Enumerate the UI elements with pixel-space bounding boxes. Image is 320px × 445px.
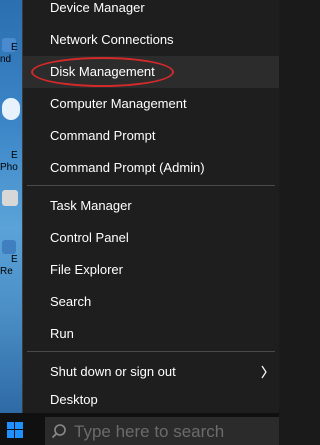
desktop-icon-label: E bbox=[11, 150, 18, 161]
desktop-app-icon[interactable] bbox=[2, 98, 20, 120]
menu-item-computer-management[interactable]: Computer Management bbox=[23, 88, 279, 120]
menu-item-desktop[interactable]: Desktop bbox=[23, 384, 279, 416]
desktop-icon-label: Pho bbox=[0, 162, 18, 173]
desktop-icon-label: E bbox=[11, 42, 18, 53]
taskbar-search-box[interactable]: Type here to search bbox=[45, 417, 279, 445]
windows-logo-icon[interactable] bbox=[7, 422, 23, 438]
search-placeholder: Type here to search bbox=[74, 422, 225, 441]
menu-item-command-prompt-admin[interactable]: Command Prompt (Admin) bbox=[23, 152, 279, 184]
menu-item-control-panel[interactable]: Control Panel bbox=[23, 222, 279, 254]
taskbar: Type here to search bbox=[0, 413, 279, 445]
menu-item-run[interactable]: Run bbox=[23, 318, 279, 350]
menu-separator bbox=[27, 351, 275, 352]
menu-item-search[interactable]: Search bbox=[23, 286, 279, 318]
desktop-icon-label: Re bbox=[0, 266, 13, 277]
menu-item-network-connections[interactable]: Network Connections bbox=[23, 24, 279, 56]
menu-item-task-manager[interactable]: Task Manager bbox=[23, 190, 279, 222]
desktop-app-icon[interactable] bbox=[2, 240, 16, 254]
power-user-menu: Device Manager Network Connections Disk … bbox=[22, 0, 279, 413]
desktop-app-icon[interactable] bbox=[2, 190, 18, 206]
menu-item-file-explorer[interactable]: File Explorer bbox=[23, 254, 279, 286]
menu-item-label: Shut down or sign out bbox=[50, 364, 176, 379]
menu-item-disk-management[interactable]: Disk Management bbox=[23, 56, 279, 88]
menu-separator bbox=[27, 185, 275, 186]
desktop-background: E nd E Pho E Re bbox=[0, 0, 22, 413]
desktop-icon-label: E bbox=[11, 254, 18, 265]
menu-item-command-prompt[interactable]: Command Prompt bbox=[23, 120, 279, 152]
menu-item-device-manager[interactable]: Device Manager bbox=[23, 0, 279, 24]
desktop-icon-label: nd bbox=[0, 54, 12, 65]
search-icon bbox=[51, 424, 66, 439]
